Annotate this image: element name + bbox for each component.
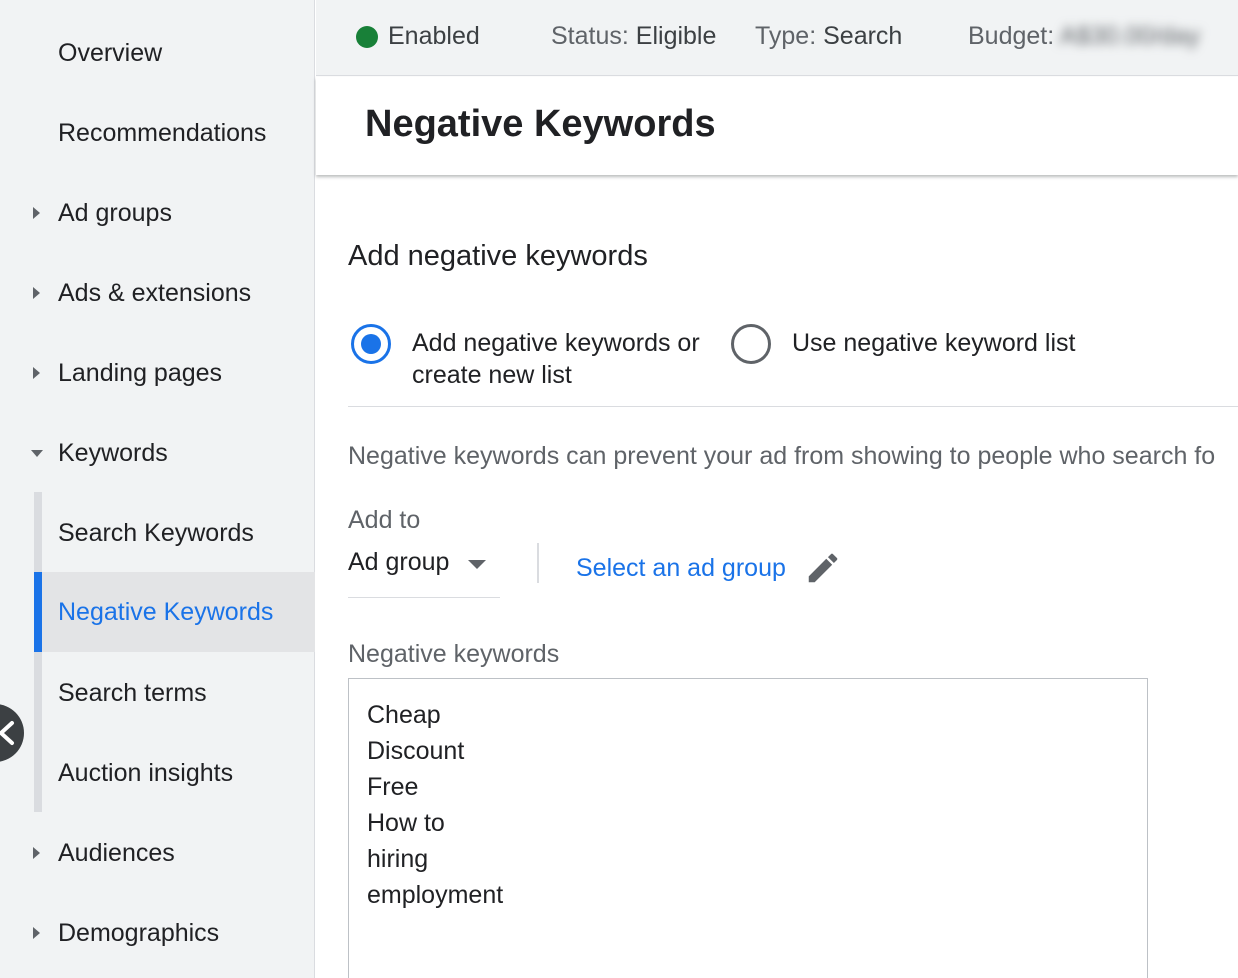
sidebar-item-label: Landing pages (58, 358, 223, 387)
sidebar-item-label: Overview (58, 38, 163, 67)
negative-keywords-textarea[interactable]: Cheap Discount Free How to hiring employ… (348, 678, 1148, 978)
sidebar-item-keywords[interactable]: Keywords (0, 413, 315, 493)
add-to-label: Add to (348, 506, 421, 534)
radio-use-negative-keyword-list[interactable] (731, 324, 771, 364)
sidebar-item-demographics[interactable]: Demographics (0, 893, 315, 973)
status-value: Eligible (635, 22, 717, 50)
sidebar-item-label: Recommendations (58, 118, 267, 147)
sidebar-item-label: Ads & extensions (58, 278, 252, 307)
sidebar-item-label: Keywords (58, 438, 168, 467)
caret-right-icon (33, 207, 40, 219)
page-header: Negative Keywords (316, 77, 1238, 175)
budget-label: Budget: (968, 22, 1055, 50)
add-to-dropdown[interactable]: Ad group (348, 540, 500, 598)
section-title: Add negative keywords (348, 240, 648, 272)
dropdown-arrow-icon (468, 560, 486, 569)
select-ad-group-link[interactable]: Select an ad group (576, 554, 786, 583)
radio-use-negative-keyword-list-label[interactable]: Use negative keyword list (792, 327, 1075, 359)
keyword-line: How to (367, 809, 445, 837)
sidebar-item-label: Demographics (58, 918, 220, 947)
sidebar-item-ads-extensions[interactable]: Ads & extensions (0, 253, 315, 333)
sidebar-item-label: Search Keywords (58, 518, 254, 547)
negative-keywords-label: Negative keywords (348, 640, 560, 668)
keyword-line: Free (367, 773, 419, 801)
keyword-line: Discount (367, 737, 465, 765)
radio-label-line: create new list (412, 361, 572, 389)
pencil-edit-icon[interactable] (804, 549, 842, 587)
budget-field: Budget: A$30.00/day (968, 22, 1200, 51)
sidebar-item-negative-keywords[interactable]: Negative Keywords (34, 572, 315, 652)
sidebar-item-landing-pages[interactable]: Landing pages (0, 333, 315, 413)
sidebar-item-audiences[interactable]: Audiences (0, 813, 315, 893)
caret-down-icon (31, 449, 43, 457)
sidebar-item-ad-groups[interactable]: Ad groups (0, 173, 315, 253)
add-to-dropdown-value: Ad group (348, 548, 450, 576)
keyword-line: Cheap (367, 701, 441, 729)
sidebar-item-label: Search terms (58, 678, 207, 707)
sidebar-item-recommendations[interactable]: Recommendations (0, 93, 315, 173)
campaign-status-bar: Enabled Status: Eligible Type: Search Bu… (316, 0, 1238, 76)
chevron-left-icon (0, 721, 14, 745)
helper-text: Negative keywords can prevent your ad fr… (348, 442, 1216, 470)
radio-add-negative-keywords[interactable] (351, 324, 391, 364)
caret-right-icon (33, 847, 40, 859)
enabled-status-text: Enabled (388, 22, 480, 50)
radio-label-line: Add negative keywords or (412, 329, 700, 357)
status-field: Status: Eligible (551, 22, 716, 51)
sidebar-item-search-terms[interactable]: Search terms (0, 653, 315, 733)
active-indicator (34, 572, 42, 652)
enabled-status-icon (356, 26, 378, 48)
caret-right-icon (33, 287, 40, 299)
radio-add-negative-keywords-label[interactable]: Add negative keywords or create new list (412, 327, 700, 391)
status-label: Status: (551, 22, 629, 50)
sidebar-item-search-keywords[interactable]: Search Keywords (0, 493, 315, 573)
page-title: Negative Keywords (365, 103, 716, 145)
caret-right-icon (33, 367, 40, 379)
sidebar-item-label: Auction insights (58, 758, 234, 787)
section-divider (348, 406, 1238, 407)
sidebar-item-overview[interactable]: Overview (0, 13, 315, 93)
sidebar-item-auction-insights[interactable]: Auction insights (0, 733, 315, 813)
keyword-line: hiring (367, 845, 429, 873)
caret-right-icon (33, 927, 40, 939)
sidebar-item-label: Audiences (58, 838, 175, 867)
keyword-line: employment (367, 881, 504, 909)
sidebar: Overview Recommendations Ad groups Ads &… (0, 0, 315, 978)
type-value: Search (823, 22, 903, 50)
type-label: Type: (755, 22, 817, 50)
type-field: Type: Search (755, 22, 902, 51)
vertical-divider (537, 543, 539, 583)
budget-value: A$30.00/day (1059, 22, 1201, 50)
sidebar-item-label: Negative Keywords (58, 597, 274, 626)
sidebar-item-label: Ad groups (58, 198, 172, 227)
